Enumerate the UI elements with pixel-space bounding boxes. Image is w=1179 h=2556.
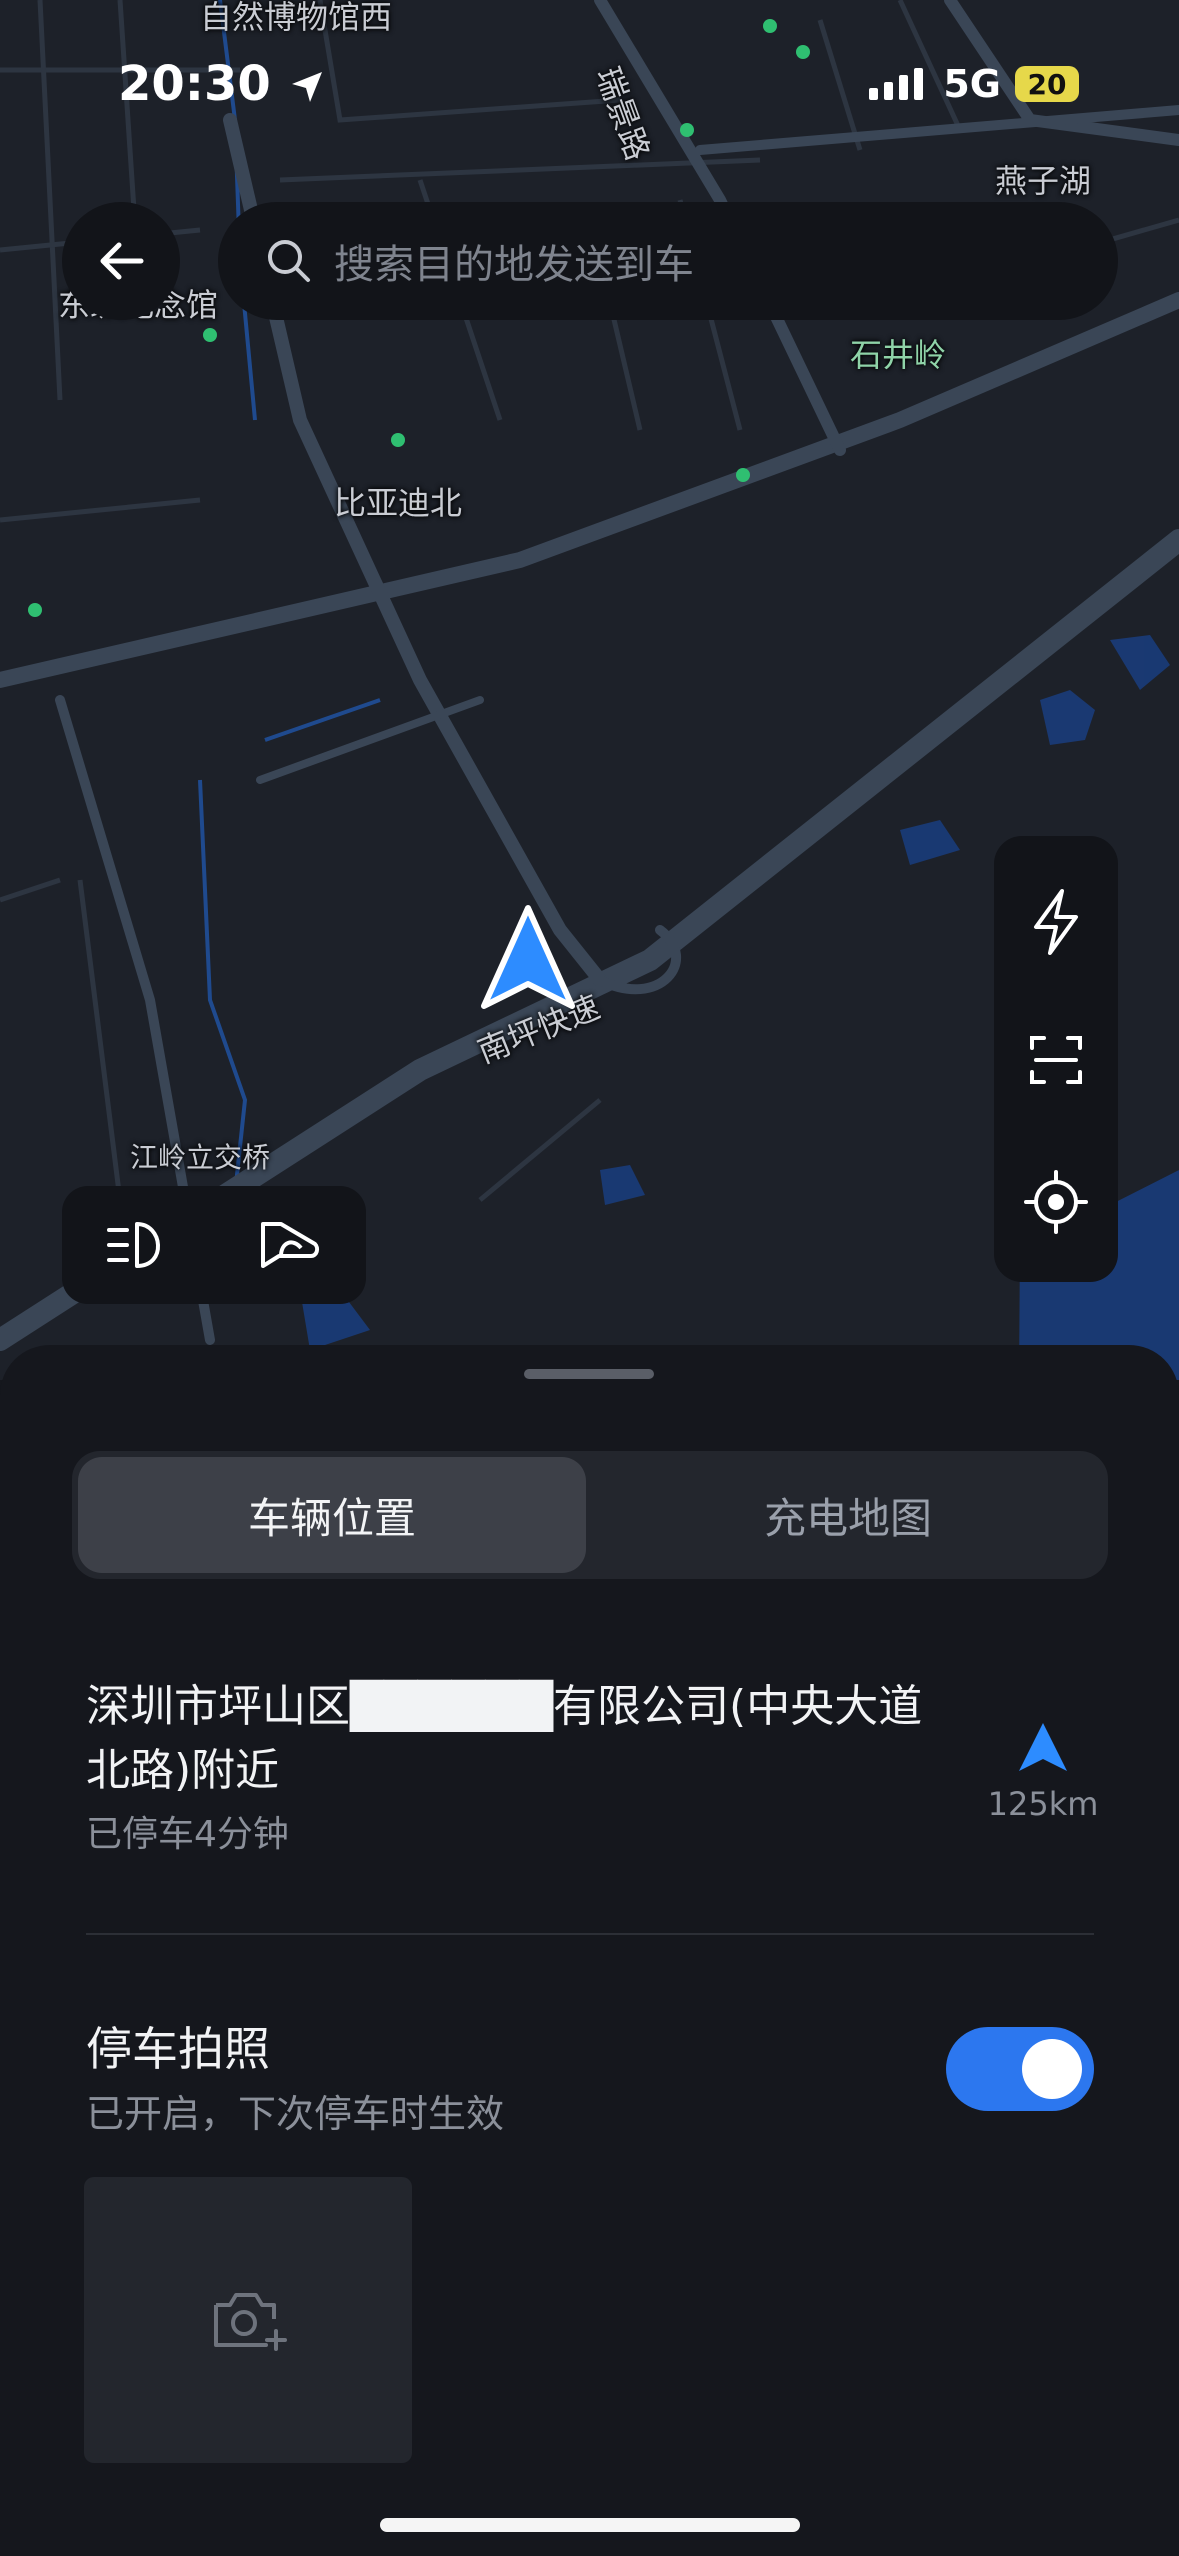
car-location-icon[interactable] xyxy=(478,904,578,1014)
tab-charging-map[interactable]: 充电地图 xyxy=(594,1457,1102,1573)
map-label-bridge: 江岭立交桥 xyxy=(130,1141,271,1174)
parking-photo-subtitle: 已开启，下次停车时生效 xyxy=(86,2092,505,2136)
tab-vehicle-location[interactable]: 车辆位置 xyxy=(78,1457,586,1573)
lightning-icon xyxy=(1034,889,1078,955)
bottom-sheet: 车辆位置 充电地图 深圳市坪山区██████有限公司(中央大道北路)附近 已停车… xyxy=(0,1345,1179,2556)
parking-photo-title: 停车拍照 xyxy=(86,2022,270,2076)
camera-add-icon xyxy=(214,2293,287,2351)
toggle-knob xyxy=(1022,2039,1082,2099)
map-label-biyadibei: 比亚迪北 xyxy=(334,484,463,522)
scan-icon xyxy=(1030,1036,1082,1084)
parked-duration: 已停车4分钟 xyxy=(86,1814,289,1855)
vehicle-controls xyxy=(62,1186,366,1304)
horn-icon xyxy=(261,1222,320,1268)
distance-label: 125km xyxy=(987,1785,1099,1823)
divider xyxy=(86,1933,1094,1935)
map-label-yanzihu: 燕子湖 xyxy=(995,162,1092,200)
parking-photo-toggle[interactable] xyxy=(946,2027,1094,2111)
map-label-shijingling: 石井岭 xyxy=(850,336,947,374)
sheet-handle[interactable] xyxy=(524,1369,654,1379)
headlight-icon xyxy=(107,1222,160,1268)
vehicle-address: 深圳市坪山区██████有限公司(中央大道北路)附近 xyxy=(86,1681,923,1796)
battery-icon: 20 xyxy=(1015,66,1079,102)
horn-button[interactable] xyxy=(214,1186,366,1304)
locate-button[interactable] xyxy=(994,1140,1118,1264)
add-photo-button[interactable] xyxy=(84,2177,412,2463)
network-label: 5G xyxy=(943,62,1001,106)
charging-button[interactable] xyxy=(994,860,1118,984)
segmented-tabs: 车辆位置 充电地图 xyxy=(72,1451,1108,1579)
status-time: 20:30 xyxy=(118,56,326,112)
search-bar[interactable]: 搜索目的地发送到车 xyxy=(218,202,1118,320)
back-arrow-icon xyxy=(100,242,144,280)
locate-icon xyxy=(1024,1170,1088,1234)
navigation-arrow-icon xyxy=(1019,1723,1067,1771)
home-indicator[interactable] xyxy=(380,2518,800,2532)
map-tools xyxy=(994,836,1118,1282)
headlight-button[interactable] xyxy=(62,1186,214,1304)
status-right: 5G 20 xyxy=(867,62,1079,106)
back-button[interactable] xyxy=(62,202,180,320)
location-arrow-icon xyxy=(291,72,322,102)
search-placeholder: 搜索目的地发送到车 xyxy=(334,242,694,288)
search-icon xyxy=(268,240,310,282)
navigate-button[interactable]: 125km xyxy=(976,1719,1110,1823)
map-label-museum: 自然博物馆西 xyxy=(200,0,393,36)
signal-icon xyxy=(869,68,924,100)
scan-button[interactable] xyxy=(994,998,1118,1122)
